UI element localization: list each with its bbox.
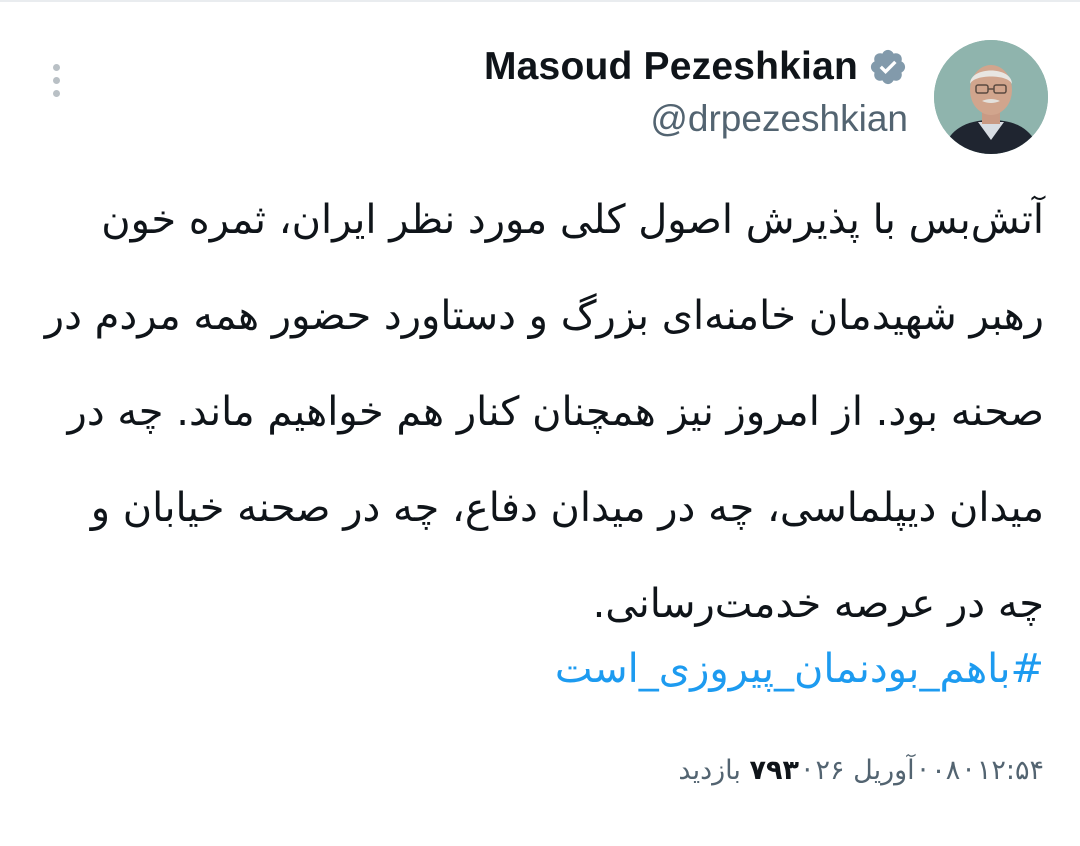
hashtag-link[interactable]: #باهم_بودنمان_پیروزی_است <box>555 646 1044 692</box>
tweet-text: آتش‌بس با پذیرش اصول کلی مورد نظر ایران،… <box>44 197 1044 627</box>
tweet-date-part1[interactable]: ۰۸ <box>931 755 960 786</box>
tweet-header: Masoud Pezeshkian @drpezeshkian <box>0 38 1080 158</box>
avatar[interactable] <box>934 40 1048 154</box>
top-divider <box>0 0 1080 2</box>
tweet-time[interactable]: ۱۲:۵۴ <box>977 755 1044 786</box>
author-display-name[interactable]: Masoud Pezeshkian <box>484 45 858 89</box>
display-name-row: Masoud Pezeshkian <box>484 38 906 96</box>
meta-separator: · <box>802 755 812 786</box>
meta-separator: · <box>964 755 973 786</box>
views-label: بازدید <box>678 755 741 786</box>
views-count: ۷۹۳ <box>749 755 799 786</box>
meta-separator: · <box>918 755 928 786</box>
author-handle[interactable]: @drpezeshkian <box>484 98 908 140</box>
tweet-meta: ۱۲:۵۴·۰۸·آوریل ۲۶·۷۹۳ بازدید <box>678 755 1044 786</box>
tweet-date-part2[interactable]: آوریل ۲۶ <box>816 755 915 786</box>
verified-badge-icon <box>868 47 908 87</box>
author-names: Masoud Pezeshkian @drpezeshkian <box>484 38 908 140</box>
more-options-icon[interactable] <box>46 64 66 104</box>
